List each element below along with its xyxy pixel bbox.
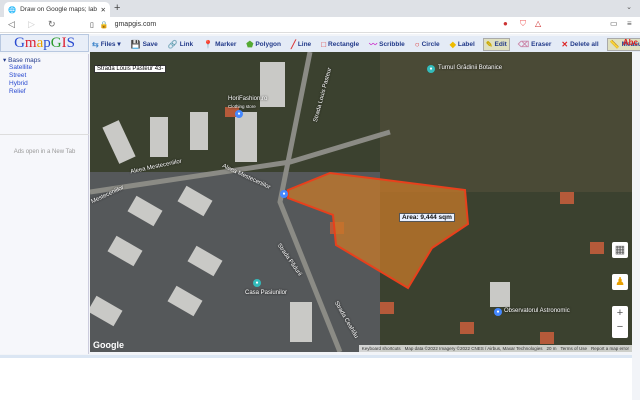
terms-link[interactable]: Terms of Use <box>560 346 587 351</box>
place-label[interactable]: Observatorul Astronomic <box>504 308 570 314</box>
rewards-icon[interactable]: △ <box>535 19 541 28</box>
toolbar-label: Marker <box>215 40 237 48</box>
map-attribution: Keyboard shortcuts Map data ©2022 Imager… <box>358 345 632 352</box>
area-label: Area: 9,444 sqm <box>399 213 455 222</box>
place-label[interactable]: Turnul Grădinii Botanice <box>438 65 502 71</box>
google-logo: Google <box>93 340 124 350</box>
poi-pin-icon[interactable]: ● <box>494 308 502 316</box>
eraser-icon: ⌫ <box>517 39 530 49</box>
globe-icon: 🌐 <box>8 6 17 14</box>
toolbar-label: Circle <box>421 40 440 48</box>
shop-pin-icon[interactable]: ● <box>235 110 243 118</box>
scribble-button[interactable]: 〰 Scribble <box>367 38 407 51</box>
circle-button[interactable]: ○ Circle <box>413 39 442 50</box>
toolbar-label: Line <box>297 40 312 48</box>
pegman-icon[interactable]: ♟ <box>612 274 628 290</box>
line-icon: ╱ <box>290 39 296 49</box>
reload-icon[interactable]: ↻ <box>48 19 60 30</box>
url-input[interactable]: gmapgis.com <box>115 21 157 28</box>
sidebar: ▾ Base maps Satellite Street Hybrid Reli… <box>0 54 89 354</box>
toolbar: ⇆ Files ▾ 💾 Save 🔗 Link 📍 Marker ⬟ Polygon ╱ Line □ R… <box>90 36 640 52</box>
gmapgis-app: GmapGIS ⇆ Files ▾ 💾 Save 🔗 Link 📍 Marker ⬟ Polygo… <box>0 34 640 400</box>
zoom-in-button[interactable]: + <box>612 306 628 320</box>
place-label: Clothing store <box>228 104 256 109</box>
toolbar-label: Rectangle <box>328 40 360 48</box>
bottom-panel <box>0 355 632 400</box>
poi-pin-icon[interactable]: ● <box>253 279 261 287</box>
base-map-street[interactable]: Street <box>9 72 88 80</box>
tab-title: Draw on Google maps; label, su <box>20 6 97 13</box>
map-canvas[interactable]: Strada Louis Pasteur 43- Area: 9,444 sqm… <box>90 52 632 352</box>
polygon-button[interactable]: ⬟ Polygon <box>244 39 283 50</box>
poi-pin-icon[interactable]: ● <box>280 190 288 198</box>
poi-pin-icon[interactable]: ● <box>427 65 435 73</box>
brave-shield-icon[interactable]: ⛉ <box>520 19 526 29</box>
toolbar-label: Link <box>179 40 194 48</box>
toolbar-label: Label <box>457 40 475 48</box>
rectangle-button[interactable]: □ Rectangle <box>319 39 361 50</box>
toolbar-label: Save <box>142 40 158 48</box>
back-icon[interactable]: ◁ <box>8 19 20 30</box>
circle-icon: ○ <box>414 39 420 49</box>
satellite-imagery <box>90 52 632 352</box>
bookmark-icon[interactable]: ▯ <box>90 21 94 29</box>
scribble-icon: 〰 <box>369 39 378 49</box>
toolbar-label: Files ▾ <box>100 41 121 48</box>
zoom-controls: + − <box>612 306 628 338</box>
label-button[interactable]: ◆ Label <box>448 39 477 50</box>
menu-icon[interactable]: ≡ <box>627 19 632 28</box>
files-button[interactable]: ⇆ Files ▾ <box>90 39 123 50</box>
place-label[interactable]: Casa Pasiunilor <box>245 290 287 296</box>
marker-button[interactable]: 📍 Marker <box>201 39 238 50</box>
tab-list-chevron-icon[interactable]: ⌄ <box>626 3 632 11</box>
address-bar: ◁ ▷ ↻ ▯ 🔒 gmapgis.com ● ⛉ △ ▭ ≡ <box>0 17 640 33</box>
measure-icon: 📏 <box>609 39 620 49</box>
edit-icon: ✎ <box>485 39 493 49</box>
browser-tab[interactable]: 🌐Draw on Google maps; label, su ✕ <box>4 2 110 17</box>
abc-label[interactable]: Abc <box>623 38 638 47</box>
label-icon: ◆ <box>449 39 456 49</box>
tab-bar: 🌐Draw on Google maps; label, su ✕ + ⌄ <box>0 0 640 17</box>
link-button[interactable]: 🔗 Link <box>166 39 195 50</box>
base-map-relief[interactable]: Relief <box>9 88 88 96</box>
close-tab-icon[interactable]: ✕ <box>101 6 106 14</box>
edit-button[interactable]: ✎ Edit <box>482 37 510 51</box>
layers-icon[interactable]: ▦ <box>612 242 628 258</box>
toolbar-label: Edit <box>494 40 507 48</box>
toolbar-label: Polygon <box>255 40 281 48</box>
toolbar-label: Delete all <box>570 40 599 48</box>
extension-icon[interactable]: ● <box>503 19 508 28</box>
files-icon: ⇆ <box>92 39 99 49</box>
toolbar-label: Scribble <box>379 40 405 48</box>
scale-bar[interactable]: 20 m <box>546 346 556 351</box>
link-icon: 🔗 <box>167 39 178 49</box>
eraser-button[interactable]: ⌫ Eraser <box>516 39 554 50</box>
delete-icon: ✕ <box>561 39 569 49</box>
ads-note: Ads open in a New Tab <box>0 134 89 155</box>
save-button[interactable]: 💾 Save <box>129 39 160 50</box>
base-maps-heading[interactable]: ▾ Base maps <box>3 56 88 64</box>
base-map-hybrid[interactable]: Hybrid <box>9 80 88 88</box>
wallet-icon[interactable]: ▭ <box>610 19 618 28</box>
logo[interactable]: GmapGIS <box>0 34 89 52</box>
line-button[interactable]: ╱ Line <box>289 39 313 50</box>
address-label: Strada Louis Pasteur 43- <box>94 65 167 73</box>
place-label[interactable]: HoriFashion.ro <box>228 96 267 102</box>
save-icon: 💾 <box>130 39 141 49</box>
keyboard-shortcuts-link[interactable]: Keyboard shortcuts <box>362 346 401 351</box>
polygon-icon: ⬟ <box>246 39 254 49</box>
delete-all-button[interactable]: ✕ Delete all <box>559 39 600 50</box>
marker-icon: 📍 <box>203 39 214 49</box>
new-tab-button[interactable]: + <box>114 2 120 14</box>
toolbar-label: Eraser <box>531 40 552 48</box>
map-data-text: Map data ©2022 Imagery ©2022 CNES / Airb… <box>404 346 543 351</box>
zoom-out-button[interactable]: − <box>612 320 628 334</box>
report-error-link[interactable]: Report a map error <box>591 346 629 351</box>
forward-icon[interactable]: ▷ <box>28 19 40 30</box>
base-map-satellite[interactable]: Satellite <box>9 64 88 72</box>
rectangle-icon: □ <box>321 39 327 49</box>
lock-icon: 🔒 <box>99 21 109 29</box>
